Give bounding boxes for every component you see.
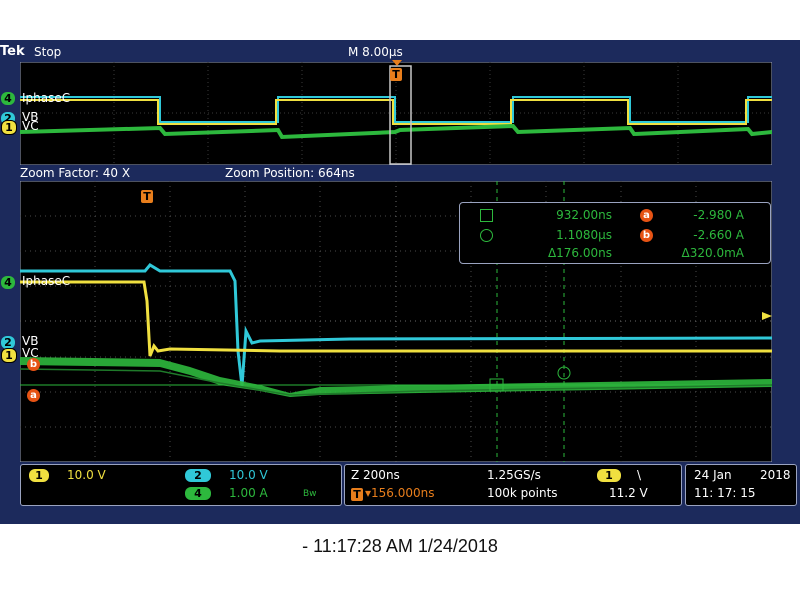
cursor-b-value: -2.660 A [693,228,744,242]
trigger-level: 11.2 V [609,486,648,500]
clock-time: 11: 17: 15 [694,486,756,500]
cursor-b-badge: b [640,229,653,242]
overview-ch1-badge[interactable]: 1 [1,120,17,135]
status-ch4-scale: 1.00 A [229,486,268,500]
square-cursor-icon [480,209,493,222]
cursor-a-badge: a [640,209,653,222]
trigger-position: ▾156.000ns [365,486,435,500]
trigger-source-badge[interactable]: 1 [597,469,621,482]
trigger-position-icon [392,60,402,66]
status-trigger-icon: T [351,488,363,501]
overview-ch1-label: VC [22,119,39,133]
horizontal-scale: M 8.00µs [348,45,403,59]
bandwidth-limit-icon: Bw [303,489,317,499]
overview-ch4-badge[interactable]: 4 [1,92,15,105]
square-cursor-time: 932.00ns [556,208,612,222]
delta-value: Δ320.0mA [681,246,744,260]
circle-cursor-time: 1.1080µs [556,228,612,242]
circle-cursor-icon [480,229,493,242]
trigger-marker-overview[interactable]: T [390,68,402,81]
cursor-a-level-marker[interactable]: a [27,389,40,402]
trigger-marker-zoom[interactable]: T [141,190,153,203]
oscilloscope-screen: Tek Stop M 8.00µs T 4 IphaseC 2 VB 1 VC … [0,40,800,524]
run-state: Stop [34,45,62,59]
timebase-trigger-panel[interactable]: Z 200ns 1.25GS/s T ▾156.000ns 100k point… [344,464,682,506]
capture-timestamp: - 11:17:28 AM 1/24/2018 [302,536,498,556]
cursor-a-value: -2.980 A [693,208,744,222]
trigger-slope-icon: \ [637,468,642,482]
zoom-ch1-badge[interactable]: 1 [1,348,17,363]
record-length: 100k points [487,486,558,500]
status-ch4-badge[interactable]: 4 [185,487,211,500]
zoom-ch4-label: IphaseC [22,274,71,288]
status-ch2-badge[interactable]: 2 [185,469,211,482]
delta-time: Δ176.00ns [547,246,612,260]
status-ch2-scale: 10.0 V [229,468,268,482]
sample-rate: 1.25GS/s [487,468,541,482]
date-time-panel: 24 Jan 2018 11: 17: 15 [685,464,797,506]
status-ch1-badge[interactable]: 1 [29,469,49,482]
zoom-timebase: Z 200ns [351,468,400,482]
cursor-readout: 932.00ns a -2.980 A 1.1080µs b -2.660 A … [459,202,771,264]
channel-settings-panel[interactable]: 1 10.0 V 2 10.0 V 4 1.00 A Bw [20,464,342,506]
overview-ch4-label: IphaseC [22,91,71,105]
brand-logo: Tek [0,44,25,59]
zoom-factor: Zoom Factor: 40 X [20,166,131,180]
status-ch1-scale: 10.0 V [67,468,106,482]
date-day: 24 Jan [694,468,732,482]
zoom-ch4-badge[interactable]: 4 [1,276,15,289]
date-year: 2018 [760,468,791,482]
zoom-position: Zoom Position: 664ns [225,166,355,180]
cursor-b-level-marker[interactable]: b [27,358,40,371]
